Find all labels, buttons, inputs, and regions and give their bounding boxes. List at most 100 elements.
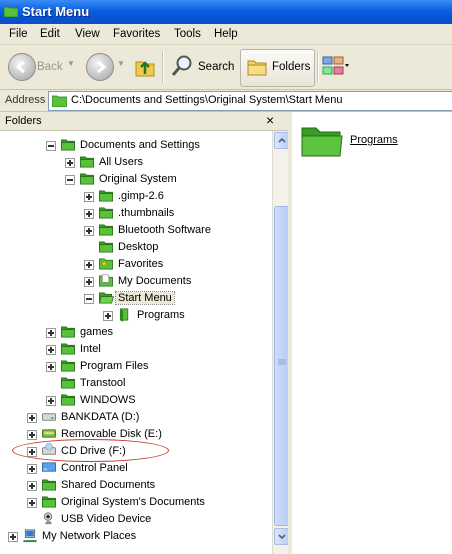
- expand-plus-icon[interactable]: [84, 226, 94, 236]
- back-label: Back: [37, 61, 63, 73]
- tree-item-label: .gimp-2.6: [118, 190, 164, 202]
- folders-icon: [247, 60, 267, 76]
- address-input[interactable]: C:\Documents and Settings\Original Syste…: [48, 91, 452, 111]
- menu-tools[interactable]: Tools: [174, 28, 201, 40]
- window-title: Start Menu: [22, 4, 90, 19]
- control-panel-icon: [42, 462, 56, 472]
- folders-pane-header: Folders ×: [0, 112, 288, 131]
- tree-item-label: USB Video Device: [61, 513, 152, 525]
- tree-item-label: Original System: [99, 173, 177, 185]
- folder-icon: [99, 224, 113, 236]
- folders-button[interactable]: Folders: [240, 49, 315, 87]
- expand-plus-icon[interactable]: [27, 464, 37, 474]
- programs-folder-icon: [119, 308, 129, 322]
- address-value: C:\Documents and Settings\Original Syste…: [71, 94, 343, 106]
- folder-icon: [61, 377, 75, 389]
- back-arrow-icon: [15, 60, 25, 74]
- folder-icon: [80, 156, 94, 168]
- back-button[interactable]: [8, 53, 36, 81]
- tree-item-label: WINDOWS: [80, 394, 136, 406]
- tree-item-label: Control Panel: [61, 462, 128, 474]
- expand-plus-icon[interactable]: [27, 481, 37, 491]
- expand-plus-icon[interactable]: [27, 498, 37, 508]
- folder-icon: [99, 190, 113, 202]
- title-bar[interactable]: Start Menu: [0, 0, 452, 24]
- highlight-oval: [12, 439, 169, 462]
- folder-tree-scrollbar[interactable]: [272, 131, 290, 554]
- folder-icon: [99, 241, 113, 253]
- expand-plus-icon[interactable]: [65, 158, 75, 168]
- tree-item-label: Favorites: [118, 258, 164, 270]
- folder-icon: [4, 6, 18, 17]
- grip-icon: [278, 359, 286, 365]
- collapse-minus-icon[interactable]: [84, 294, 94, 304]
- network-places-icon: [23, 529, 37, 543]
- tree-item-label: Program Files: [80, 360, 149, 372]
- forward-button[interactable]: [86, 53, 114, 81]
- back-dropdown-icon[interactable]: ▼: [67, 59, 75, 68]
- expand-plus-icon[interactable]: [46, 396, 56, 406]
- menu-bar: File Edit View Favorites Tools Help: [0, 24, 452, 45]
- expand-plus-icon[interactable]: [103, 311, 113, 321]
- collapse-minus-icon[interactable]: [65, 175, 75, 185]
- search-button[interactable]: Search: [198, 61, 234, 73]
- toolbar-separator: [162, 51, 164, 83]
- tree-item-label: My Documents: [118, 275, 192, 287]
- expand-plus-icon[interactable]: [46, 328, 56, 338]
- expand-plus-icon[interactable]: [46, 362, 56, 372]
- folders-pane-title: Folders: [5, 115, 42, 127]
- expand-plus-icon[interactable]: [84, 192, 94, 202]
- toolbar: Back ▼ ▼ Search Folders: [0, 45, 452, 90]
- search-icon[interactable]: [170, 54, 194, 78]
- removable-disk-icon: [42, 429, 56, 438]
- address-label: Address: [5, 94, 46, 106]
- chevron-down-icon: [278, 534, 286, 540]
- folder-icon: [80, 173, 94, 185]
- drive-icon: [42, 413, 56, 421]
- menu-view[interactable]: View: [75, 28, 100, 40]
- expand-plus-icon[interactable]: [27, 413, 37, 423]
- forward-arrow-icon: [97, 60, 107, 74]
- expand-plus-icon[interactable]: [84, 277, 94, 287]
- folders-label: Folders: [272, 61, 311, 73]
- views-icon[interactable]: [322, 55, 350, 77]
- tree-item-label: Desktop: [118, 241, 159, 253]
- expand-plus-icon[interactable]: [8, 532, 18, 542]
- folder-icon: [42, 479, 56, 491]
- folder-icon: [99, 207, 113, 219]
- tree-item-label: Intel: [80, 343, 101, 355]
- up-folder-icon[interactable]: [133, 54, 157, 78]
- menu-edit[interactable]: Edit: [40, 28, 60, 40]
- toolbar-separator: [317, 51, 319, 83]
- folder-icon: [61, 326, 75, 338]
- folder-icon: [42, 496, 56, 508]
- documents-folder-icon: [99, 274, 113, 287]
- folder-icon: [61, 343, 75, 355]
- tree-item-label: Original System's Documents: [61, 496, 205, 508]
- folder-icon: [61, 360, 75, 372]
- tree-item-label: games: [80, 326, 114, 338]
- content-pane: Programs: [292, 112, 452, 554]
- tree-item-label: Shared Documents: [61, 479, 156, 491]
- tree-item-label: Programs: [137, 309, 185, 321]
- expand-plus-icon[interactable]: [84, 209, 94, 219]
- menu-favorites[interactable]: Favorites: [113, 28, 160, 40]
- content-item-programs[interactable]: Programs: [300, 122, 420, 162]
- expand-plus-icon[interactable]: [46, 345, 56, 355]
- folder-tree: Documents and Settings All Users Original …: [0, 131, 272, 554]
- tree-item-label: .thumbnails: [118, 207, 175, 219]
- collapse-minus-icon[interactable]: [46, 141, 56, 151]
- folder-icon: [61, 139, 75, 151]
- expand-plus-icon[interactable]: [84, 260, 94, 270]
- close-icon[interactable]: ×: [266, 112, 274, 128]
- tree-item-label: Bluetooth Software: [118, 224, 211, 236]
- tree-item-label: Transtool: [80, 377, 126, 389]
- expand-plus-icon[interactable]: [27, 430, 37, 440]
- address-bar: Address C:\Documents and Settings\Origin…: [0, 90, 452, 112]
- menu-file[interactable]: File: [9, 28, 28, 40]
- folder-open-icon: [98, 292, 114, 304]
- menu-help[interactable]: Help: [214, 28, 238, 40]
- tree-item-label: My Network Places: [42, 530, 137, 542]
- forward-dropdown-icon[interactable]: ▼: [117, 59, 125, 68]
- chevron-up-icon: [278, 137, 286, 143]
